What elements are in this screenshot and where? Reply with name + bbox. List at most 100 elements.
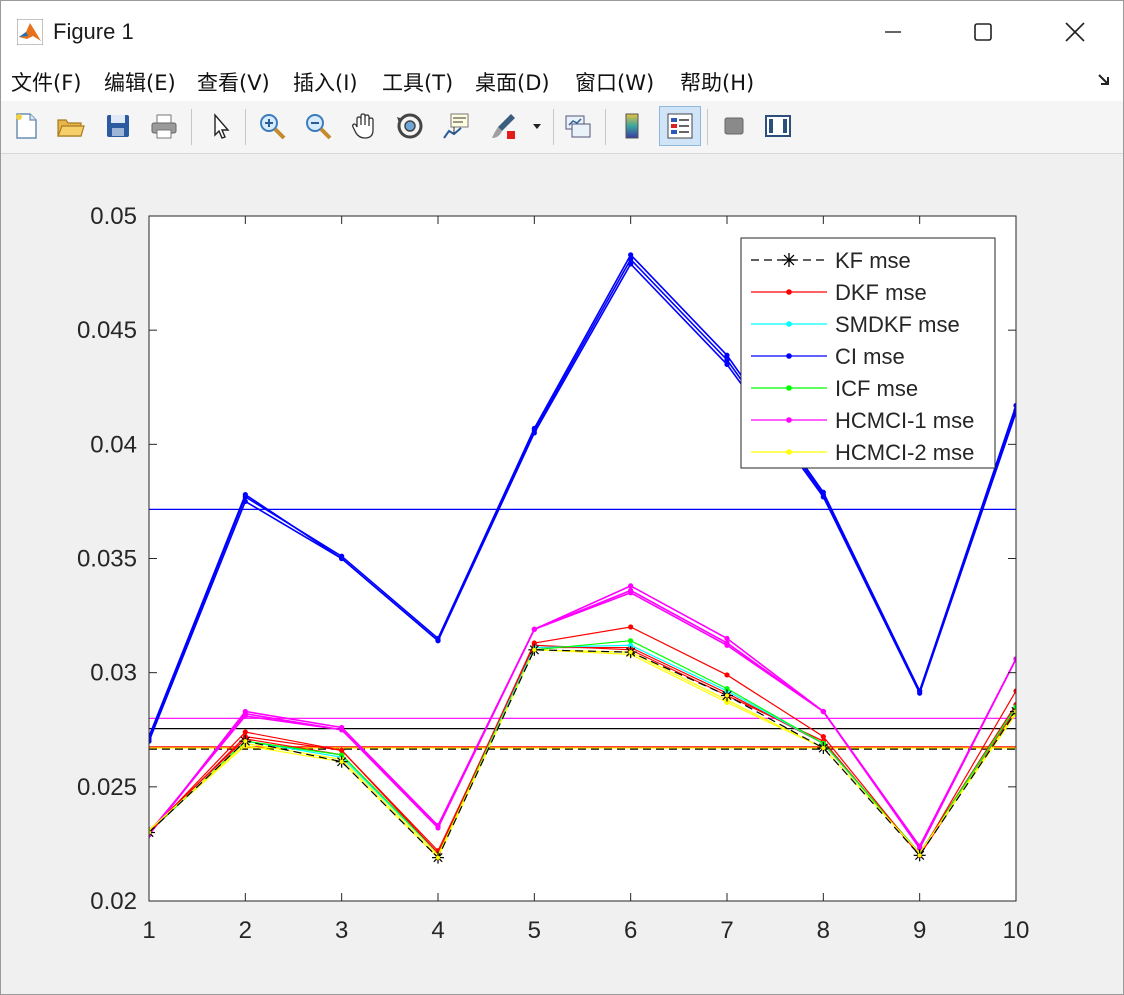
series-point-5-8 — [917, 843, 923, 849]
x-tick-label-8: 9 — [913, 917, 926, 944]
x-tick-label-3: 4 — [431, 917, 444, 944]
pointer-icon — [214, 113, 230, 139]
y-tick-label-4: 0.04 — [90, 431, 137, 458]
link-plot-icon — [565, 115, 591, 138]
y-tick-label-3: 0.035 — [77, 546, 137, 573]
menu-desktop[interactable]: 桌面(D) — [475, 67, 550, 97]
series-point-5-7 — [820, 708, 826, 715]
figure-window: Figure 1 文件(F) 编辑(E) 查看(V) 插入(I) 工具(T) 桌… — [0, 0, 1124, 995]
kf-yellow-point-5 — [628, 650, 633, 655]
hide-plot-tools-icon — [724, 117, 744, 135]
print-button[interactable] — [147, 109, 181, 143]
menu-window[interactable]: 窗口(W) — [575, 67, 654, 97]
extra-series-point-5-6 — [724, 642, 730, 648]
insert-legend-button[interactable] — [659, 106, 701, 146]
minimize-button[interactable] — [847, 1, 939, 63]
line-chart: 1 2 3 4 5 6 7 8 9 10 0.02 0.025 0.03 0.035 0.04 0.045 0.… — [77, 203, 1030, 944]
legend-icon — [667, 113, 693, 139]
series-point-3-5 — [628, 252, 634, 258]
series-point-3-2 — [339, 553, 345, 559]
menu-insert[interactable]: 插入(I) — [293, 67, 358, 97]
brush-dropdown-icon — [533, 124, 541, 129]
brush-button[interactable] — [487, 109, 521, 143]
rotate-button[interactable] — [393, 109, 427, 143]
print-icon — [151, 114, 177, 139]
x-tick-label-9: 10 — [1003, 917, 1030, 944]
x-tick-label-0: 1 — [142, 917, 155, 944]
legend-label: ICF mse — [835, 376, 918, 401]
menu-tools[interactable]: 工具(T) — [382, 67, 453, 97]
brush-dropdown-button[interactable] — [527, 109, 547, 143]
open-folder-icon — [57, 119, 85, 137]
series-point-5-3 — [435, 823, 441, 829]
maximize-button[interactable] — [937, 1, 1029, 63]
link-plot-button[interactable] — [561, 109, 595, 143]
y-tick-label-5: 0.045 — [77, 317, 137, 344]
extra-series-point-5-5 — [628, 590, 634, 596]
legend-label: KF mse — [835, 248, 911, 273]
zoom-out-button[interactable] — [301, 109, 335, 143]
figure-toolbar — [1, 101, 1123, 154]
x-tick-label-2: 3 — [335, 917, 348, 944]
insert-colorbar-button[interactable] — [615, 109, 649, 143]
matlab-logo-icon — [17, 19, 43, 45]
minimize-icon — [885, 31, 901, 33]
kf-yellow-point-4 — [532, 647, 537, 652]
legend-swatch-marker — [786, 289, 792, 295]
kf-yellow-point-1 — [243, 739, 248, 744]
legend-label: SMDKF mse — [835, 312, 960, 337]
show-plot-tools-button[interactable] — [761, 109, 795, 143]
dock-arrow-icon[interactable] — [1095, 71, 1113, 89]
edit-plot-button[interactable] — [203, 109, 237, 143]
menu-view[interactable]: 查看(V) — [197, 67, 270, 97]
kf-yellow-point-7 — [821, 746, 826, 751]
legend-swatch-marker — [786, 449, 792, 455]
legend-label: HCMCI-2 mse — [835, 440, 974, 465]
series-point-3-6 — [724, 352, 730, 358]
series-point-1-6 — [724, 672, 730, 678]
pan-button[interactable] — [347, 109, 381, 143]
series-point-5-1 — [242, 708, 248, 715]
series-point-5-4 — [531, 626, 537, 632]
kf-yellow-point-6 — [725, 693, 729, 698]
series-point-3-4 — [531, 425, 537, 431]
rotate-3d-icon — [397, 113, 423, 139]
series-point-1-7 — [820, 734, 826, 740]
save-button[interactable] — [101, 109, 135, 143]
new-figure-button[interactable] — [9, 109, 43, 143]
close-button[interactable] — [1029, 1, 1121, 63]
x-tick-label-6: 7 — [720, 917, 733, 944]
series-point-1-5 — [628, 624, 634, 630]
menu-file[interactable]: 文件(F) — [11, 67, 81, 97]
legend-label: HCMCI-1 mse — [835, 408, 974, 433]
zoom-in-button[interactable] — [255, 109, 289, 143]
data-cursor-button[interactable] — [439, 109, 473, 143]
extra-series-point-0-1 — [242, 729, 248, 735]
legend-swatch-marker — [786, 321, 792, 327]
title-bar[interactable]: Figure 1 — [1, 1, 1123, 63]
figure-canvas: 1 2 3 4 5 6 7 8 9 10 0.02 0.025 0.03 0.035 0.04 0.045 0.… — [1, 154, 1123, 994]
legend-swatch-marker — [786, 417, 792, 423]
hide-plot-tools-button[interactable] — [717, 109, 751, 143]
legend-label: CI mse — [835, 344, 905, 369]
menu-help[interactable]: 帮助(H) — [680, 67, 754, 97]
legend-swatch-marker — [786, 353, 792, 359]
x-tick-label-5: 6 — [624, 917, 637, 944]
kf-yellow-point-3 — [436, 855, 440, 860]
legend: KF mse DKF mse SMDKF mse CI mse ICF mse HCMCI… — [740, 237, 996, 469]
series-point-5-6 — [724, 635, 730, 642]
brush-icon — [492, 114, 515, 139]
series-point-4-5 — [628, 638, 634, 644]
colorbar-icon — [625, 113, 639, 139]
x-tick-label-7: 8 — [817, 917, 830, 944]
open-file-button[interactable] — [53, 109, 87, 143]
save-icon — [107, 115, 129, 137]
y-tick-label-0: 0.02 — [90, 888, 137, 915]
series-point-3-3 — [435, 635, 441, 642]
show-plot-tools-icon — [765, 115, 791, 137]
kf-yellow-point-8 — [917, 853, 922, 858]
data-tips-icon — [443, 113, 469, 139]
maximize-icon — [974, 23, 992, 41]
new-file-icon — [16, 113, 37, 139]
menu-edit[interactable]: 编辑(E) — [104, 67, 176, 97]
